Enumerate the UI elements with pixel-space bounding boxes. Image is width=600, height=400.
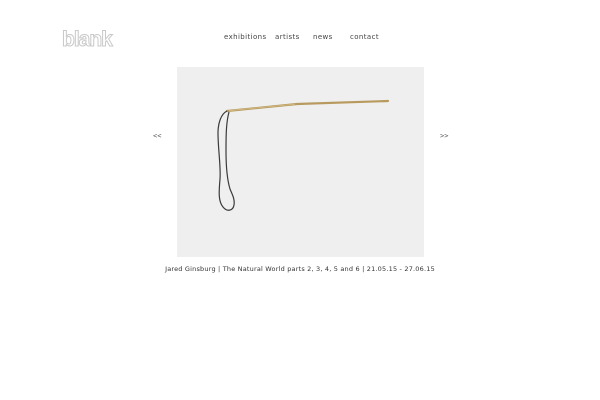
artwork-caption: Jared Ginsburg | The Natural World parts… — [165, 265, 435, 273]
photo-background — [177, 67, 424, 257]
artwork-photo — [177, 67, 424, 257]
nav-item-news[interactable]: news — [313, 33, 333, 41]
artwork-image[interactable] — [177, 67, 424, 257]
previous-slide-button[interactable]: << — [153, 132, 161, 140]
nav-item-contact[interactable]: contact — [350, 33, 379, 41]
next-slide-button[interactable]: >> — [440, 132, 448, 140]
main-nav: exhibitions artists news contact — [0, 33, 600, 45]
nav-item-artists[interactable]: artists — [275, 33, 300, 41]
page: blank exhibitions artists news contact <… — [0, 0, 600, 400]
nav-item-exhibitions[interactable]: exhibitions — [224, 33, 267, 41]
